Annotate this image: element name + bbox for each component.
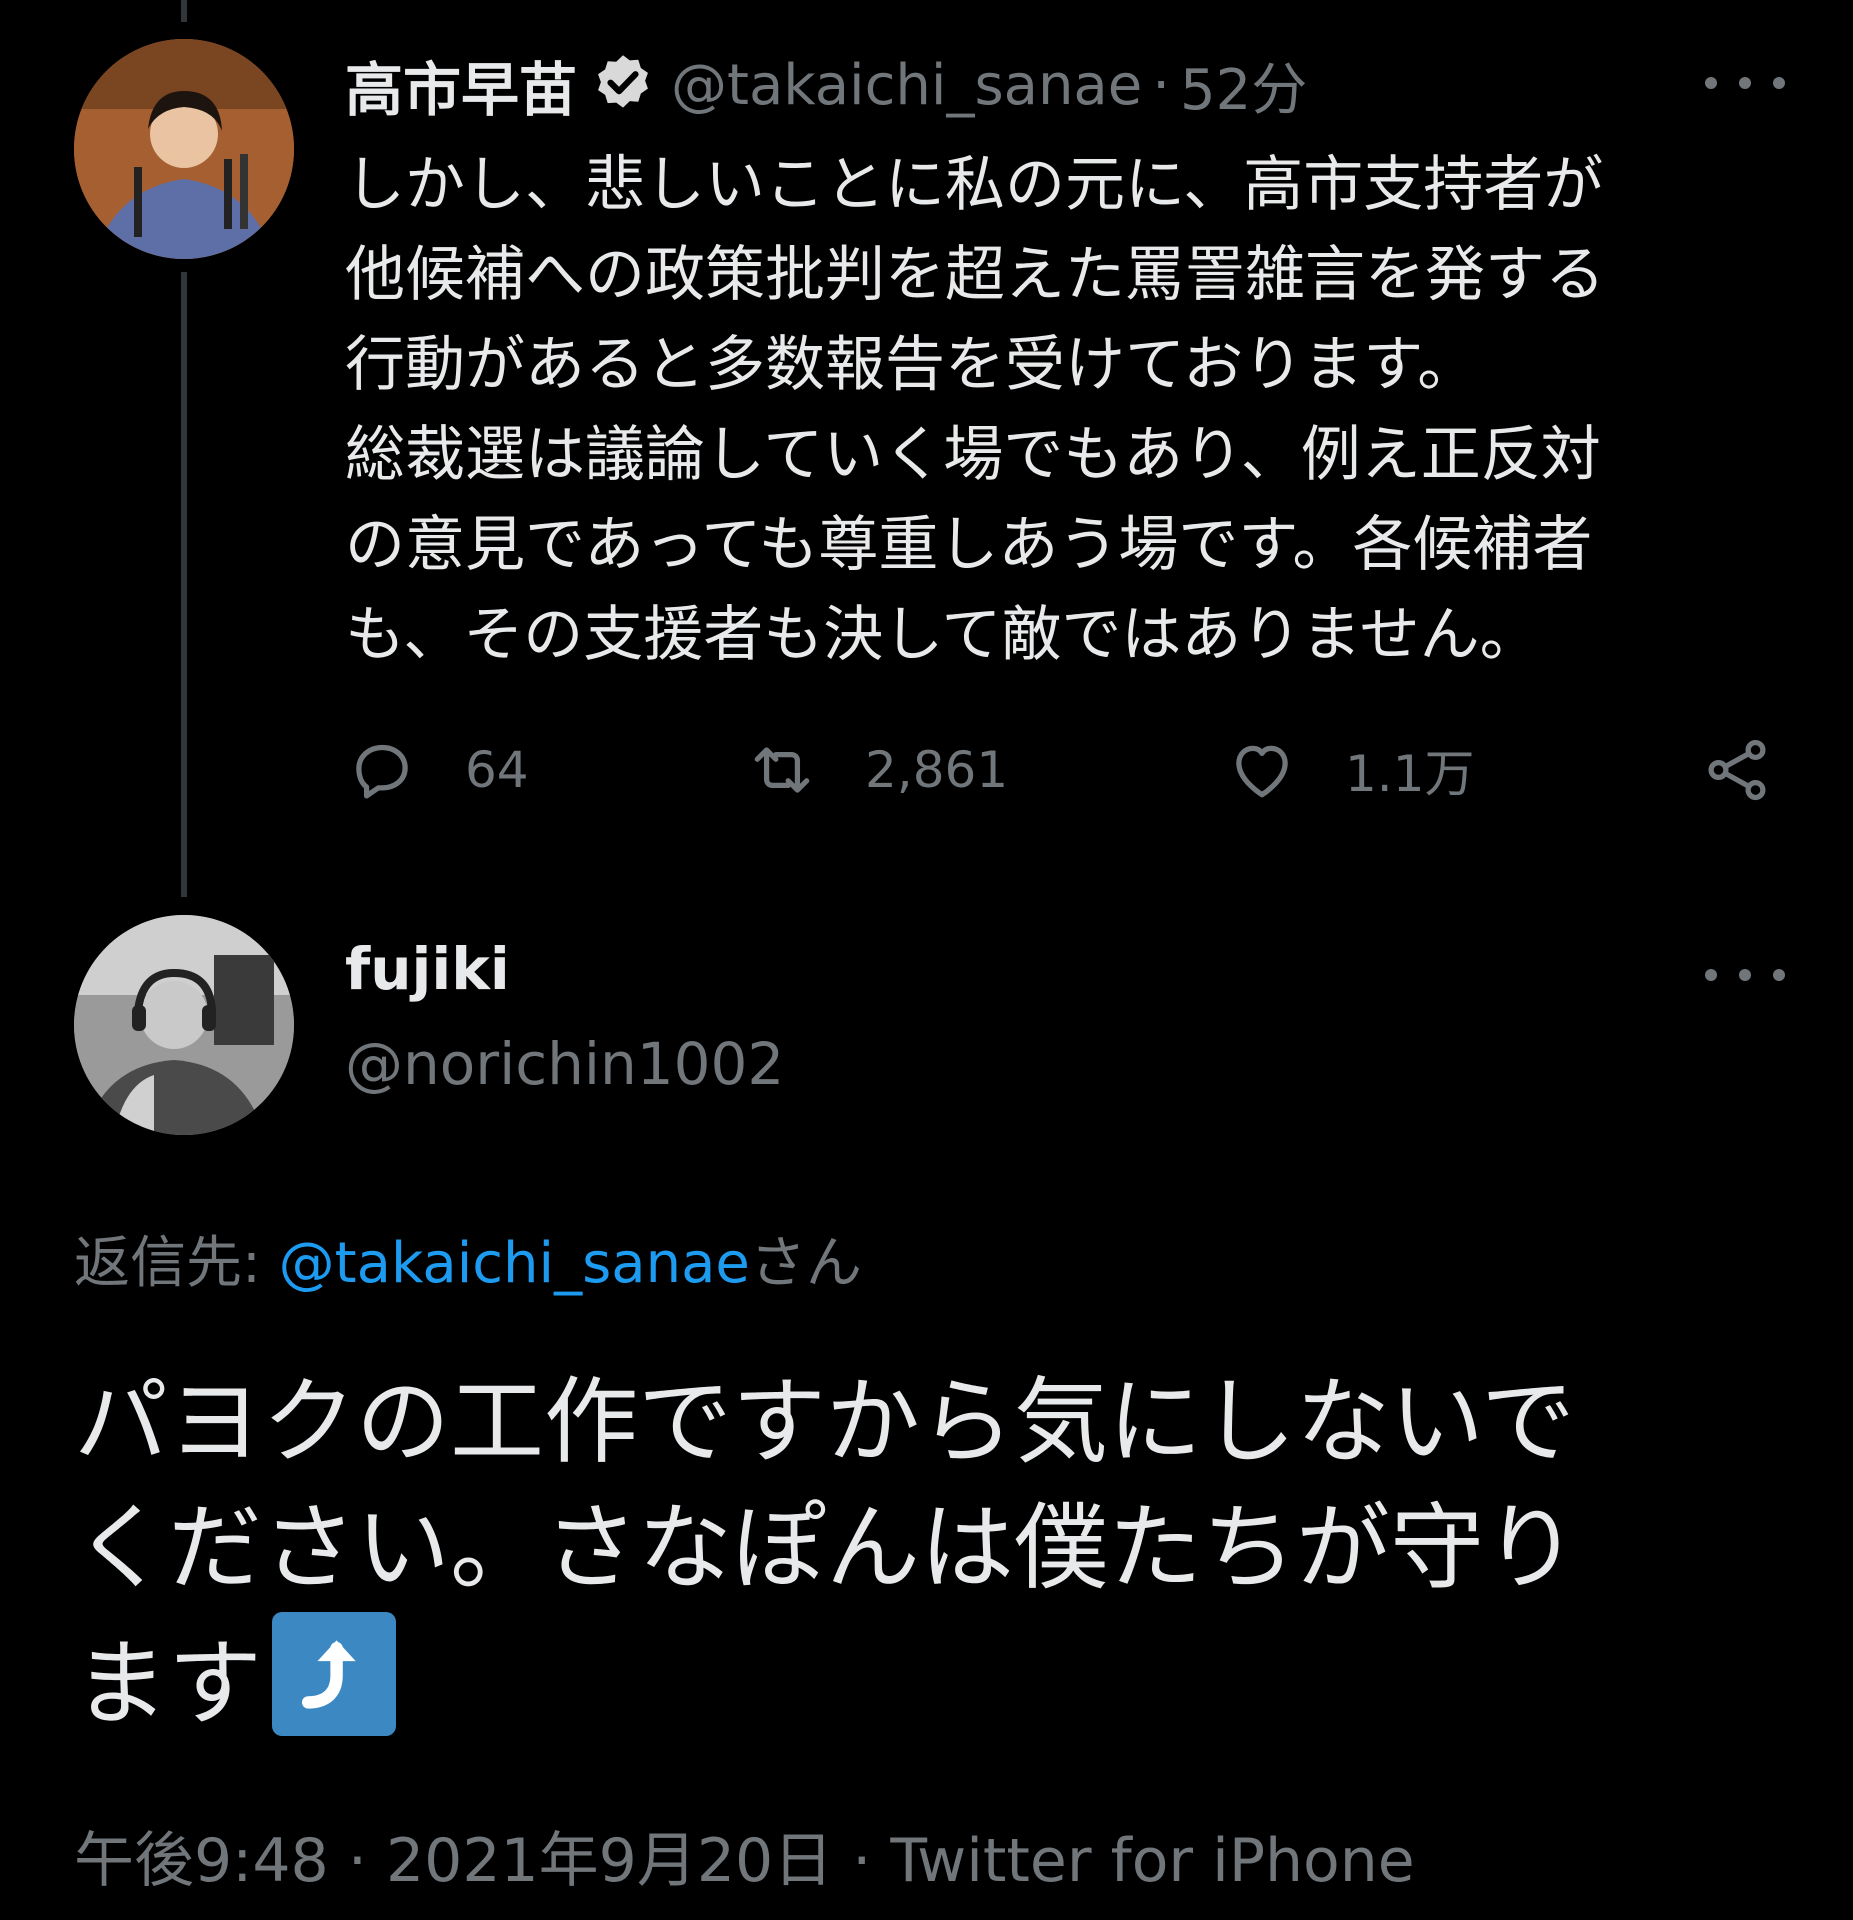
more-options-icon[interactable]: [1705, 63, 1785, 103]
right-arrow-curving-up-icon: [272, 1612, 397, 1736]
retweet-count: 2,861: [865, 741, 1009, 799]
tweet-date[interactable]: 2021年9月20日: [386, 1826, 833, 1896]
reply-text-line-last: ます: [74, 1612, 1774, 1748]
reply-text-line: パヨクの工作ですから気にしないで: [74, 1368, 1576, 1477]
meta-separator: ·: [833, 1826, 891, 1896]
reply-icon: [356, 744, 408, 799]
thread-line: [181, 272, 187, 897]
tweet-actions: 64 2,861 1.1万: [345, 730, 1785, 810]
separator: ·: [1152, 52, 1171, 118]
avatar-photo-icon: [74, 915, 294, 1135]
retweet-icon: [754, 747, 810, 793]
reply-display-name[interactable]: fujiki: [345, 935, 510, 1003]
thread-line-top: [181, 0, 187, 22]
avatar-fujiki[interactable]: [74, 915, 294, 1135]
avatar-photo-icon: [74, 39, 294, 259]
tweet-text-line: 他候補への政策批判を超えた罵詈雑言を発する: [345, 240, 1605, 310]
reply-text-line: ます: [74, 1630, 263, 1739]
verified-badge-icon: [598, 55, 648, 108]
reply-handle[interactable]: @norichin1002: [345, 1030, 784, 1098]
reply-count: 64: [465, 741, 529, 799]
tweet-text-line: 行動があると多数報告を受けております。: [345, 330, 1478, 400]
heart-icon: [1236, 745, 1288, 798]
replying-to-label: 返信先:: [74, 1231, 279, 1296]
tweet-source[interactable]: Twitter for iPhone: [890, 1826, 1414, 1896]
time-ago[interactable]: 52分: [1180, 45, 1307, 126]
tweet-text-line: の意見であっても尊重しあう場です。各候補者: [345, 510, 1593, 580]
meta-separator: ·: [328, 1826, 386, 1896]
more-options-icon[interactable]: [1705, 955, 1785, 995]
like-button[interactable]: 1.1万: [1225, 730, 1475, 810]
like-count: 1.1万: [1345, 745, 1475, 803]
tweet-text: しかし、悲しいことに私の元に、高市支持者が 他候補への政策批判を超えた罵詈雑言を…: [345, 140, 1765, 680]
share-button[interactable]: [1700, 730, 1774, 810]
avatar-takaichi[interactable]: [74, 39, 294, 259]
tweet-text-line: も、その支援者も決して敵ではありません。: [345, 600, 1540, 670]
reply-button[interactable]: 64: [345, 730, 529, 810]
replying-to-suffix: さん: [749, 1231, 862, 1296]
reply-tweet-text: パヨクの工作ですから気にしないで ください。さなぽんは僕たちが守り ます: [74, 1360, 1774, 1748]
tweet-header: 高市早苗 @takaichi_sanae · 52分: [345, 40, 1307, 130]
share-icon: [1708, 739, 1766, 801]
retweet-button[interactable]: 2,861: [745, 730, 1008, 810]
reply-text-line: ください。さなぽんは僕たちが守り: [74, 1494, 1579, 1603]
display-name[interactable]: 高市早苗: [345, 43, 577, 127]
tweet-time[interactable]: 午後9:48: [74, 1826, 329, 1896]
replying-to: 返信先: @takaichi_sanaeさん: [74, 1218, 862, 1299]
tweet-meta: 午後9:48 · 2021年9月20日 · Twitter for iPhone: [74, 1812, 1415, 1899]
replying-to-mention-link[interactable]: @takaichi_sanae: [279, 1231, 750, 1296]
tweet-text-line: 総裁選は議論していく場でもあり、例え正反対: [345, 420, 1601, 490]
handle[interactable]: @takaichi_sanae: [671, 53, 1142, 118]
tweet-text-line: しかし、悲しいことに私の元に、高市支持者が: [345, 150, 1604, 220]
